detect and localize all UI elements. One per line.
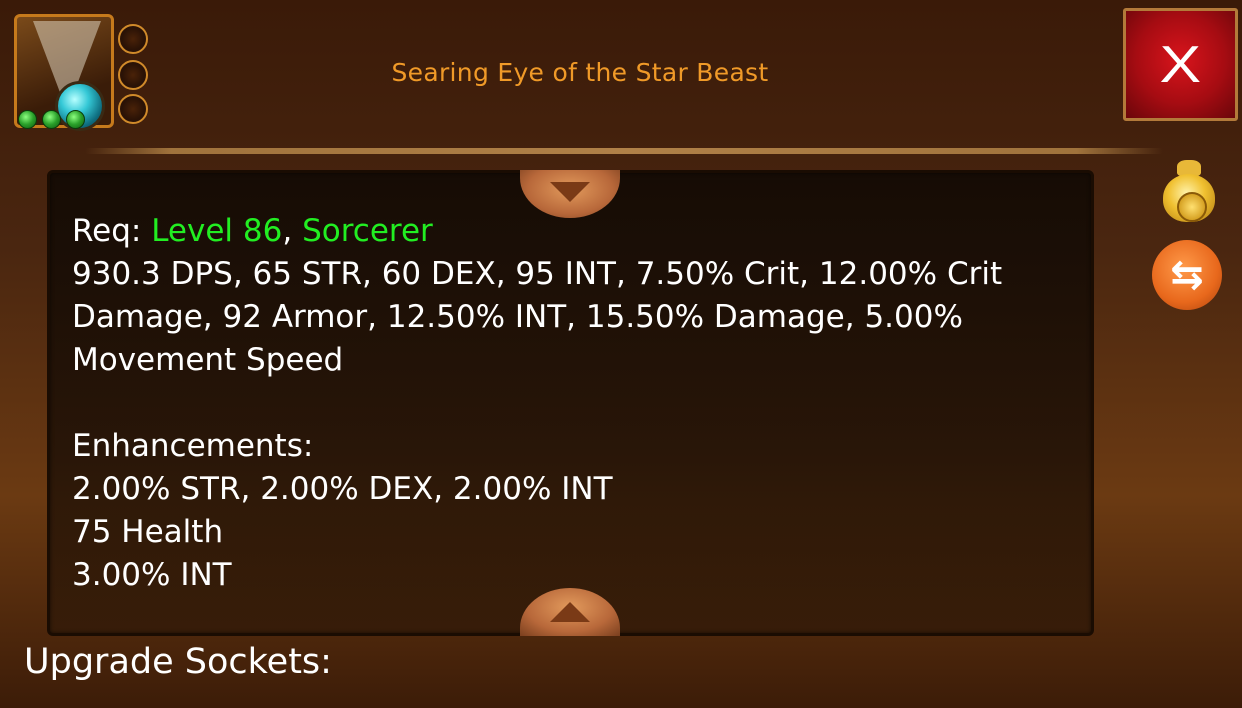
arrow-up-icon [550, 602, 590, 622]
stats-line: 930.3 DPS, 65 STR, 60 DEX, 95 INT, 7.50%… [72, 256, 1003, 292]
socket-slot-icon [118, 60, 148, 90]
swap-button[interactable]: ⇆ [1152, 240, 1222, 310]
coin-icon [1177, 192, 1207, 222]
item-title: Searing Eye of the Star Beast [391, 58, 769, 87]
arrow-down-icon [550, 182, 590, 202]
enhancements-heading: Enhancements: [72, 428, 314, 464]
item-description: Req: Level 86, Sorcerer 930.3 DPS, 65 ST… [72, 210, 1072, 597]
socket-slot-icon [118, 94, 148, 124]
requirement-line: Req: Level 86, Sorcerer [72, 210, 1072, 253]
stats-line: Movement Speed [72, 342, 344, 378]
green-gem-icon [42, 110, 61, 129]
stats-line: Damage, 92 Armor, 12.50% INT, 15.50% Dam… [72, 299, 963, 335]
green-gem-icon [66, 110, 85, 129]
upgrade-sockets-label: Upgrade Sockets: [24, 642, 332, 682]
enhancement-line: 75 Health [72, 514, 224, 550]
requirement-separator: , [282, 213, 303, 249]
required-class: Sorcerer [302, 213, 433, 249]
close-icon: X [1159, 35, 1202, 94]
requirement-label: Req: [72, 213, 152, 249]
item-icon [14, 14, 148, 132]
close-button[interactable]: X [1123, 8, 1238, 121]
socket-slot-icon [118, 24, 148, 54]
swap-arrows-icon: ⇆ [1170, 252, 1204, 298]
header-divider [85, 148, 1163, 154]
required-level: Level 86 [151, 213, 283, 249]
sell-button[interactable] [1161, 158, 1217, 224]
enhancement-line: 2.00% STR, 2.00% DEX, 2.00% INT [72, 471, 613, 507]
green-gem-icon [18, 110, 37, 129]
